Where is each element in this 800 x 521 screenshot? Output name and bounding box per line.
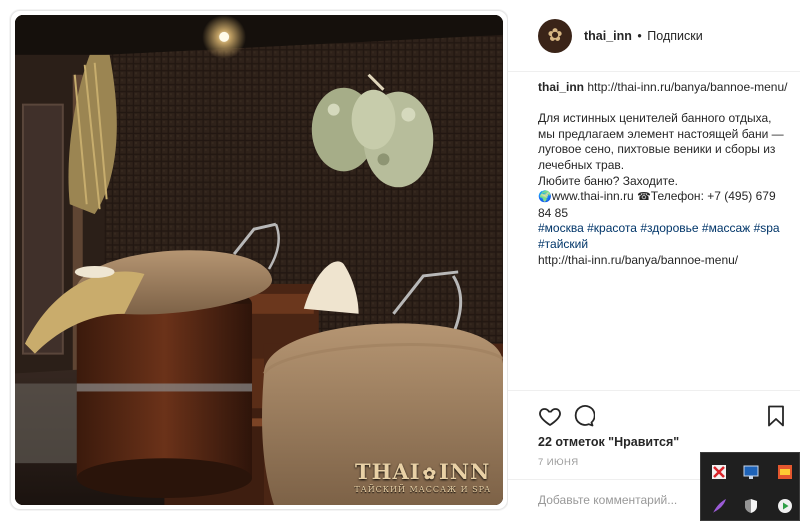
post-caption: thai_inn http://thai-inn.ru/banya/bannoe… [538,80,790,268]
system-tray-popup [700,452,800,521]
watermark-subtitle: ТАЙСКИЙ МАССАЖ И SPA [354,485,491,494]
heart-outline-icon[interactable] [538,404,562,428]
post-side-panel: ✿ thai_inn • Подписки thai_inn http://th… [508,0,800,521]
caption-site: www.thai-inn.ru [551,189,634,204]
shield-icon[interactable] [742,497,760,515]
purple-feather-icon[interactable] [710,497,728,515]
bookmark-icon[interactable] [764,404,788,428]
post-photo-frame: THAI ✿INN ТАЙСКИЙ МАССАЖ И SPA [10,10,508,510]
post-header: ✿ thai_inn • Подписки [508,0,800,72]
lotus-flower-icon: ✿ [422,464,438,483]
instagram-post-view: THAI ✿INN ТАЙСКИЙ МАССАЖ И SPA ✿ thai_inn… [0,0,800,521]
likes-count[interactable]: 22 отметок "Нравится" [538,435,679,449]
speech-bubble-icon[interactable] [571,404,596,428]
caption-link[interactable]: http://thai-inn.ru/banya/bannoe-menu/ [587,80,787,94]
lotus-flower-icon: ✿ [547,25,563,45]
hashtag-link[interactable]: #здоровье [640,221,698,235]
caption-hashtags: #москва #красота #здоровье #массаж #spa … [538,221,790,252]
hashtag-link[interactable]: #массаж [702,221,750,235]
hashtag-link[interactable]: #spa [754,221,780,235]
header-user-info: thai_inn • Подписки [584,29,703,43]
green-play-icon[interactable] [776,497,794,515]
watermark-text-left: THAI [355,459,421,484]
watermark-text-right: INN [439,459,491,484]
thai-inn-watermark-logo: THAI ✿INN ТАЙСКИЙ МАССАЖ И SPA [354,461,491,495]
blue-monitor-icon[interactable] [742,463,760,481]
telephone-icon: ☎ [637,191,651,204]
red-app-icon[interactable] [710,463,728,481]
post-date[interactable]: 7 июня [538,457,578,468]
separator-dot: • [637,28,642,43]
banya-photo-illustration [15,15,503,505]
hashtag-link[interactable]: #москва [538,221,584,235]
caption-paragraph: Для истинных ценителей банного отдыха, м… [538,111,784,172]
following-button[interactable]: Подписки [647,29,702,43]
post-photo[interactable]: THAI ✿INN ТАЙСКИЙ МАССАЖ И SPA [15,15,503,505]
caption-final-link[interactable]: http://thai-inn.ru/banya/bannoe-menu/ [538,253,790,269]
caption-question: Любите баню? Заходите. [538,173,678,188]
caption-username-link[interactable]: thai_inn [538,80,584,94]
comment-input[interactable] [538,490,698,510]
hashtag-link[interactable]: #красота [587,221,637,235]
globe-icon: 🌍 [538,191,552,204]
avatar[interactable]: ✿ [538,18,572,53]
caption-contacts: 🌍www.thai-inn.ru ☎Телефон: +7 (495) 679 … [538,189,790,221]
username-link[interactable]: thai_inn [584,29,632,43]
red-orange-app-icon[interactable] [776,463,794,481]
hashtag-link[interactable]: #тайский [538,237,588,251]
